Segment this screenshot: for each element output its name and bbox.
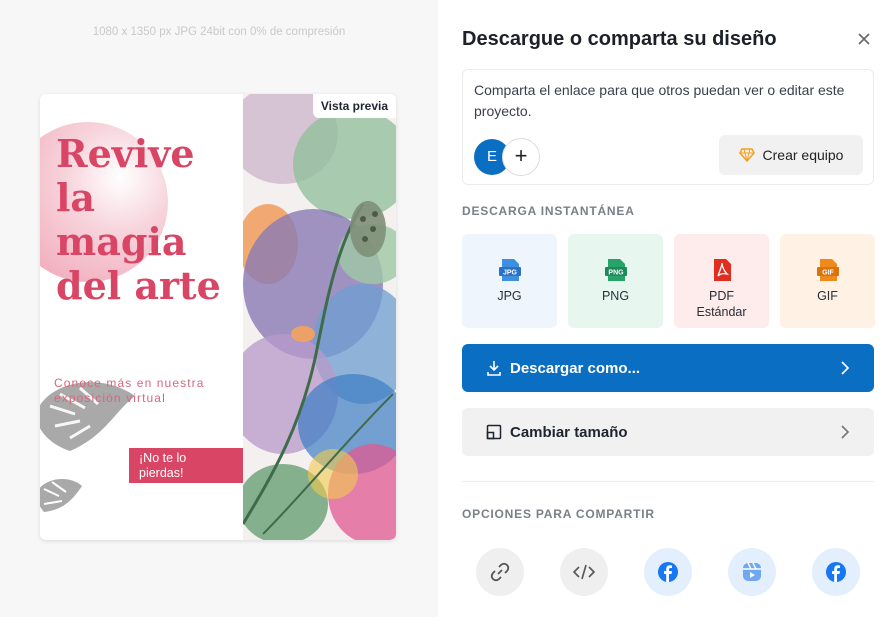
chevron-right-icon <box>841 361 850 375</box>
create-team-button[interactable]: Crear equipo <box>719 135 863 175</box>
add-member-button[interactable]: + <box>502 138 540 176</box>
download-as-label: Descargar como... <box>510 359 641 377</box>
reels-icon <box>743 562 761 581</box>
resize-label: Cambiar tamaño <box>510 423 628 441</box>
jpg-file-icon: JPG <box>498 259 521 281</box>
facebook-share-button[interactable] <box>644 548 692 596</box>
format-label: PNG <box>601 289 630 303</box>
design-preview[interactable]: Revive la magia del arte Conoce más en n… <box>40 94 396 540</box>
poster-subtext: Conoce más en nuestra exposición virtual <box>54 376 205 406</box>
embed-code-icon <box>572 564 596 580</box>
resize-icon <box>486 424 502 440</box>
headline-line: del arte <box>56 263 221 308</box>
subtext-line: Conoce más en nuestra <box>54 376 205 390</box>
reels-share-button[interactable] <box>728 548 776 596</box>
format-gif-button[interactable]: GIF GIF <box>780 234 875 328</box>
link-icon <box>490 562 510 582</box>
pdf-file-icon <box>713 259 731 281</box>
png-file-icon: PNG <box>604 259 627 281</box>
diamond-icon <box>738 148 755 162</box>
png-badge-text: PNG <box>608 270 624 277</box>
share-options-label: OPCIONES PARA COMPARTIR <box>462 507 655 521</box>
poster-cta: ¡No te lo pierdas! <box>129 448 245 483</box>
preview-area: 1080 x 1350 px JPG 24bit con 0% de compr… <box>0 0 438 617</box>
chevron-right-icon <box>841 425 850 439</box>
facebook-icon <box>658 562 678 582</box>
file-meta: 1080 x 1350 px JPG 24bit con 0% de compr… <box>92 26 346 38</box>
resize-button[interactable]: Cambiar tamaño <box>462 408 874 456</box>
cta-line: ¡No te lo <box>139 451 187 465</box>
subtext-line: exposición virtual <box>54 391 166 405</box>
headline-line: la <box>56 175 96 220</box>
cta-line: pierdas! <box>139 466 184 480</box>
close-icon[interactable] <box>855 30 873 48</box>
instant-download-label: DESCARGA INSTANTÁNEA <box>462 204 635 218</box>
panel-title: Descargue o comparta su diseño <box>462 28 777 50</box>
format-label: JPG <box>497 289 522 303</box>
format-png-button[interactable]: PNG PNG <box>568 234 663 328</box>
gif-file-icon: GIF <box>816 259 839 281</box>
download-icon <box>487 361 501 376</box>
poster-headline: Revive la magia del arte <box>56 132 221 308</box>
divider <box>462 481 874 482</box>
create-team-label: Crear equipo <box>762 147 844 163</box>
format-label: PDF <box>709 289 734 303</box>
floral-artwork: Vista previa <box>243 94 396 540</box>
download-as-button[interactable]: Descargar como... <box>462 344 874 392</box>
leaf-decoration <box>40 479 82 512</box>
share-card: Comparta el enlace para que otros puedan… <box>462 69 874 185</box>
facebook-icon <box>826 562 846 582</box>
gif-badge-text: GIF <box>822 270 834 277</box>
copy-link-button[interactable] <box>476 548 524 596</box>
format-jpg-button[interactable]: JPG JPG <box>462 234 557 328</box>
jpg-badge-text: JPG <box>502 270 517 277</box>
format-label: GIF <box>817 289 838 303</box>
format-sublabel: Estándar <box>696 305 747 319</box>
embed-button[interactable] <box>560 548 608 596</box>
headline-line: magia <box>56 219 187 264</box>
preview-badge: Vista previa <box>312 94 396 118</box>
facebook-share-button[interactable] <box>812 548 860 596</box>
headline-line: Revive <box>56 131 195 176</box>
share-description: Comparta el enlace para que otros puedan… <box>474 82 845 119</box>
format-pdf-button[interactable]: PDF Estándar <box>674 234 769 328</box>
